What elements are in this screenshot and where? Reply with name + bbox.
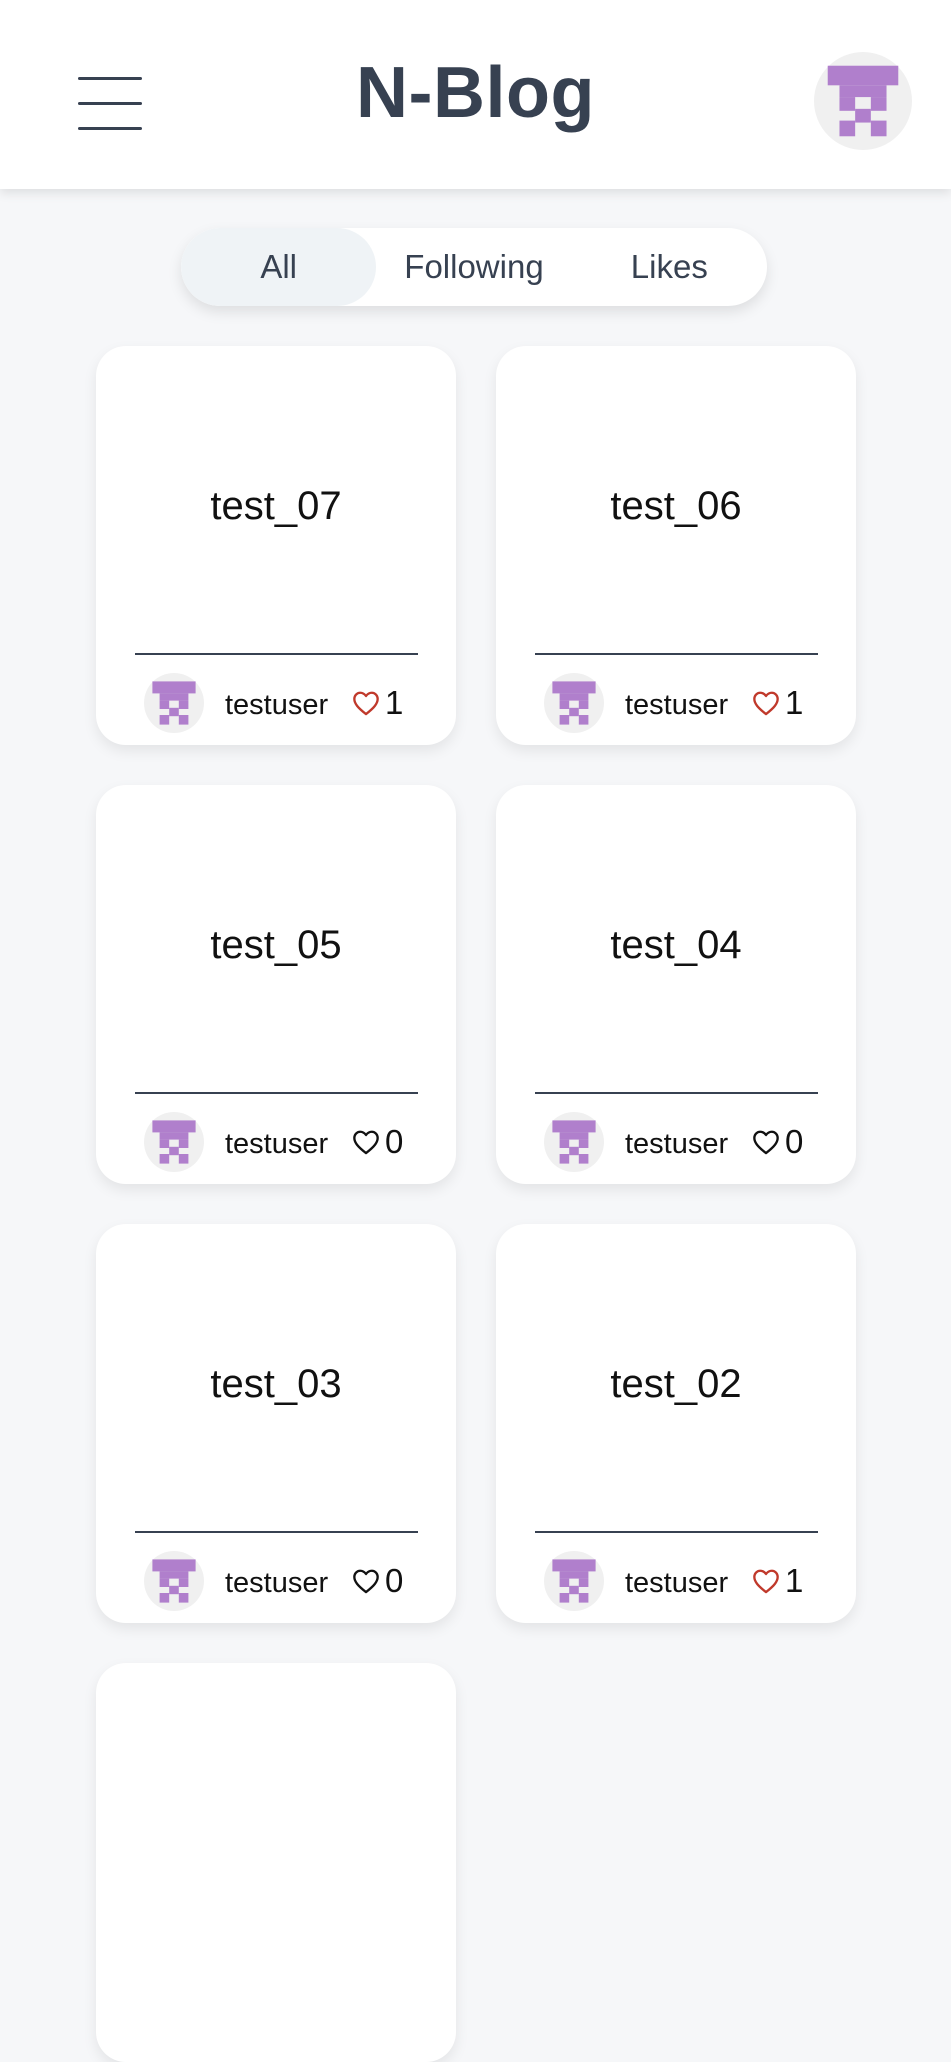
post-card[interactable]: test_07 testuser 1: [96, 346, 456, 745]
tab-following[interactable]: Following: [376, 228, 571, 306]
post-title: test_05: [210, 922, 342, 967]
tab-likes[interactable]: Likes: [572, 228, 767, 306]
post-footer: testuser 0: [144, 1112, 444, 1172]
author-name[interactable]: testuser: [225, 1565, 332, 1601]
like-count: 1: [785, 1562, 804, 1599]
heart-icon: [753, 1569, 779, 1594]
post-card[interactable]: test_05 testuser 0: [96, 785, 456, 1184]
app-header: N-Blog: [0, 0, 951, 189]
divider: [135, 1531, 418, 1533]
post-footer: testuser 0: [144, 1551, 444, 1611]
heart-icon: [353, 1569, 379, 1594]
divider: [535, 653, 818, 655]
feed-tabs: All Following Likes: [181, 228, 767, 306]
like-count: 1: [385, 684, 404, 721]
author-name[interactable]: testuser: [625, 1126, 732, 1162]
post-card[interactable]: test_04 testuser 0: [496, 785, 856, 1184]
post-card[interactable]: [96, 1663, 456, 2062]
author-avatar[interactable]: [544, 673, 604, 733]
heart-icon: [753, 691, 779, 716]
post-title: test_07: [210, 483, 342, 528]
author-avatar[interactable]: [144, 1551, 204, 1611]
divider: [535, 1531, 818, 1533]
post-card[interactable]: test_06 testuser 1: [496, 346, 856, 745]
author-avatar[interactable]: [144, 1112, 204, 1172]
divider: [135, 1092, 418, 1094]
like-count: 0: [785, 1123, 804, 1160]
divider: [135, 653, 418, 655]
post-footer: testuser 1: [544, 1551, 844, 1611]
post-footer: testuser 1: [544, 673, 844, 733]
post-card[interactable]: test_02 testuser 1: [496, 1224, 856, 1623]
author-avatar[interactable]: [544, 1551, 604, 1611]
author-avatar[interactable]: [144, 673, 204, 733]
like-button[interactable]: 1: [352, 685, 403, 721]
post-title: test_02: [610, 1361, 742, 1406]
like-count: 1: [785, 684, 804, 721]
heart-icon: [353, 1130, 379, 1155]
post-title: test_04: [610, 922, 742, 967]
tab-all[interactable]: All: [181, 228, 377, 306]
post-footer: testuser 0: [544, 1112, 844, 1172]
like-count: 0: [385, 1123, 404, 1160]
post-footer: testuser 1: [144, 673, 444, 733]
like-button[interactable]: 1: [752, 1563, 803, 1599]
author-name[interactable]: testuser: [625, 1565, 732, 1601]
site-title[interactable]: N-Blog: [0, 52, 951, 134]
post-title: test_06: [610, 483, 742, 528]
divider: [535, 1092, 818, 1094]
heart-icon: [353, 691, 379, 716]
author-name[interactable]: testuser: [225, 687, 332, 723]
like-button[interactable]: 0: [352, 1563, 403, 1599]
post-card[interactable]: test_03 testuser 0: [96, 1224, 456, 1623]
heart-icon: [753, 1130, 779, 1155]
author-name[interactable]: testuser: [225, 1126, 332, 1162]
post-title: [96, 1663, 456, 1983]
like-count: 0: [385, 1562, 404, 1599]
like-button[interactable]: 0: [752, 1124, 803, 1160]
user-avatar[interactable]: [814, 52, 912, 150]
author-avatar[interactable]: [544, 1112, 604, 1172]
post-title: test_03: [210, 1361, 342, 1406]
author-name[interactable]: testuser: [625, 687, 732, 723]
like-button[interactable]: 1: [752, 685, 803, 721]
like-button[interactable]: 0: [352, 1124, 403, 1160]
